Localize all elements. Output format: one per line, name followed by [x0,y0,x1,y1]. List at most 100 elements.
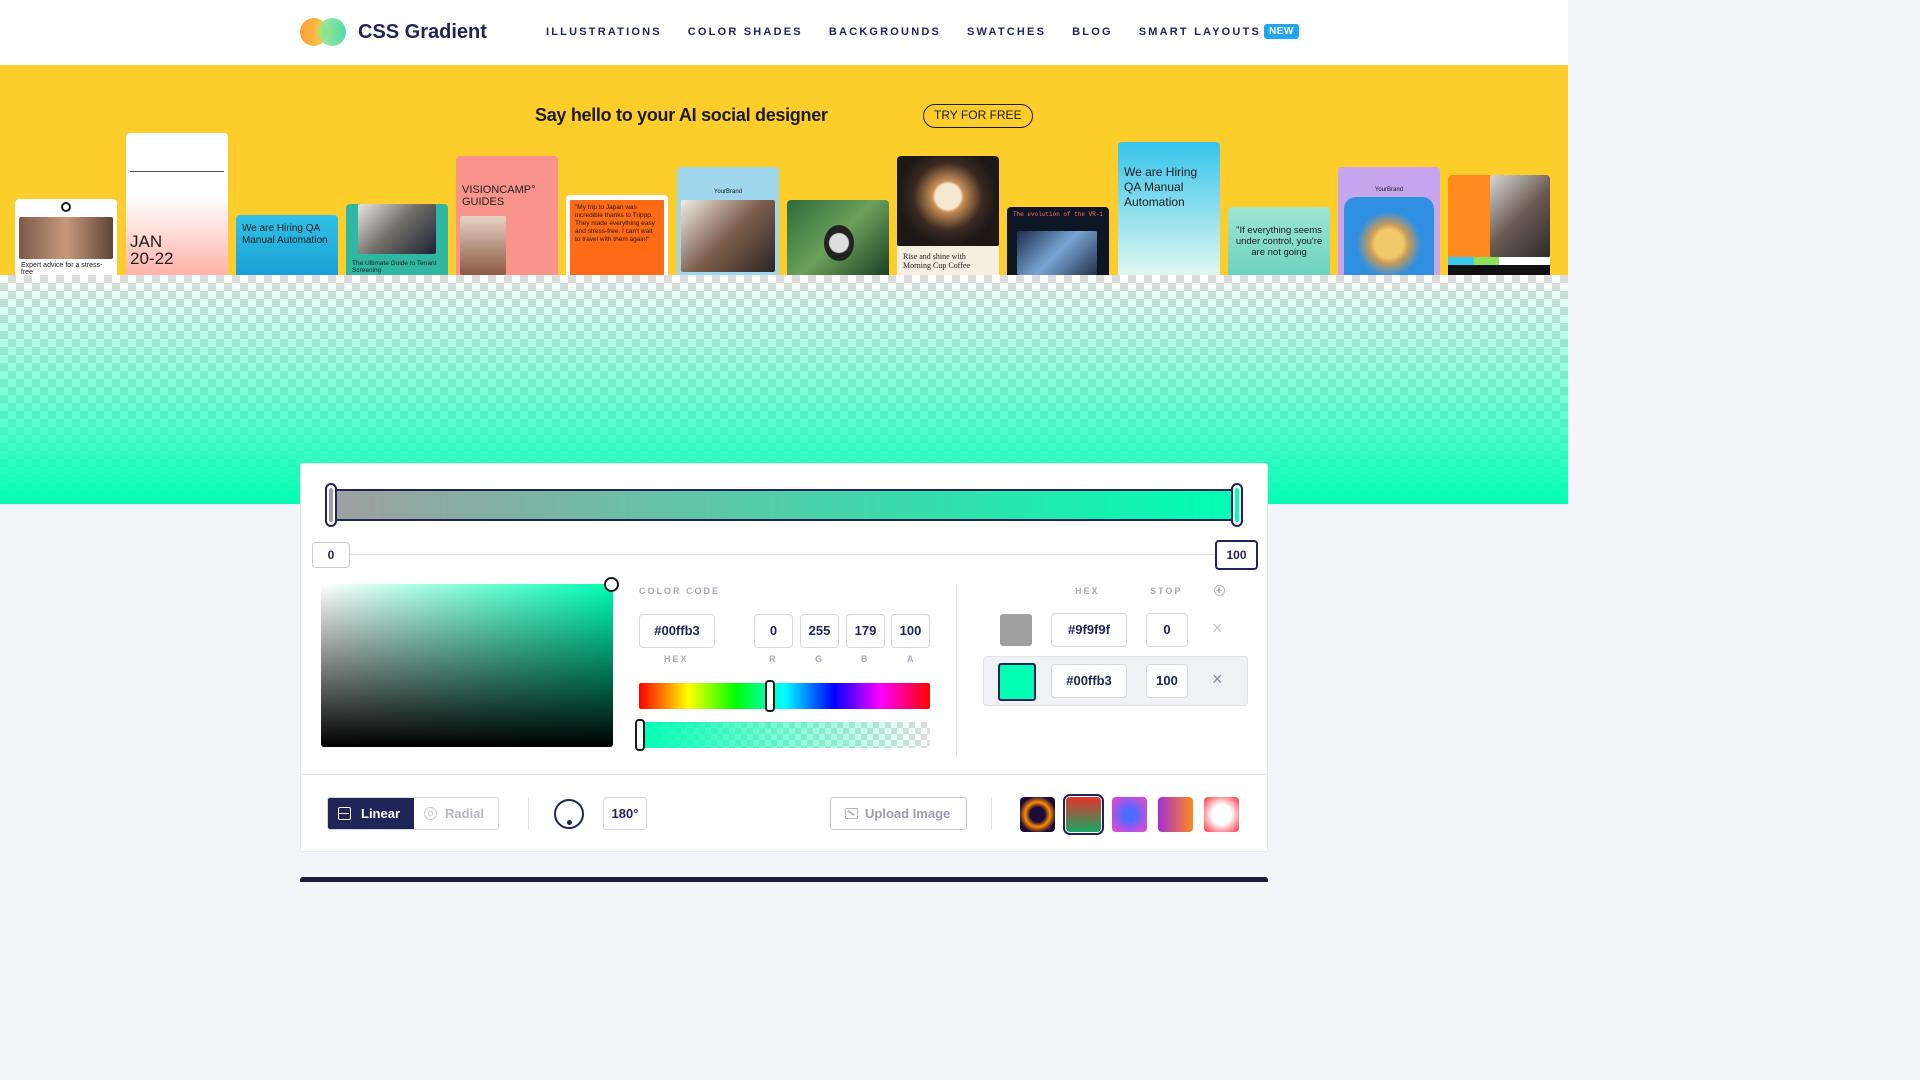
gradient-editor: 0 100 COLOR CODE #00ffb3 0 255 179 100 H… [300,463,1268,852]
add-stop-icon[interactable] [1214,585,1225,596]
picker-knob[interactable] [604,577,619,592]
angle-input[interactable]: 180° [603,797,647,830]
top-header: CSS Gradient ILLUSTRATIONS COLOR SHADES … [0,0,1568,65]
remove-stop-100-icon[interactable]: × [1212,669,1223,690]
ad-card: The Ultimate Guide to Tenant Screening [346,204,448,275]
toolbar-divider [301,774,1267,775]
nav-swatches[interactable]: SWATCHES [967,26,1046,38]
ad-card-text: VISIONCAMP° GUIDES [462,184,536,208]
ad-card: The evolution of the VR-1 [1007,207,1109,275]
hue-slider-knob[interactable] [764,680,775,712]
toolbar-separator [991,797,992,830]
ad-card-text: "If everything seems under control, you'… [1235,225,1323,258]
image-icon [845,808,858,819]
linear-label: Linear [361,806,401,821]
remove-stop-0-icon[interactable]: × [1212,618,1223,639]
stop-position-input-0[interactable]: 0 [1146,613,1188,647]
ad-card: Rise and shine with Morning Cup Coffee [897,156,999,275]
ad-card-brand: YourBrand [1374,187,1404,193]
main-nav: ILLUSTRATIONS COLOR SHADES BACKGROUNDS S… [546,24,1299,39]
upload-image-label: Upload Image [865,806,951,821]
ad-card-date: JAN 20-22 [130,232,174,268]
ad-card-text: We are Hiring QA Manual Automation [1124,165,1198,209]
gradient-type-toggle: Linear Radial [327,797,500,830]
stop-hex-input-0[interactable]: #9f9f9f [1051,613,1127,647]
hex-label: HEX [664,654,689,664]
logo-text: CSS Gradient [358,20,487,43]
ad-banner[interactable]: Say hello to your AI social designer TRY… [0,65,1568,275]
ad-card: YourBrand [677,167,779,275]
radial-button[interactable]: Radial [414,798,499,829]
ad-headline: Say hello to your AI social designer [535,105,828,125]
ad-card-text: Rise and shine with Morning Cup Coffee [903,252,970,270]
ad-card [1448,175,1550,275]
alpha-slider-knob[interactable] [635,719,645,751]
ad-card-text: The Ultimate Guide to Tenant Screening [352,260,437,274]
blue-input[interactable]: 179 [846,614,885,648]
a-label: A [907,654,916,664]
ad-card-brand: YourBrand [713,189,743,195]
stop-position-0[interactable]: 0 [312,542,350,568]
logo-icon [300,18,346,46]
ad-card-text: We are Hiring QA Manual Automation [242,223,328,246]
radial-label: Radial [445,806,485,821]
stop-hex-input-100[interactable]: #00ffb3 [1051,664,1127,698]
ad-card: "If everything seems under control, you'… [1228,207,1330,275]
ad-card-text: "My trip to Japan was incredible thanks … [575,204,655,243]
site-logo[interactable]: CSS Gradient [300,18,487,46]
alpha-slider[interactable] [639,722,930,748]
preset-violet-blue[interactable] [1112,797,1147,832]
green-input[interactable]: 255 [800,614,839,648]
hex-input[interactable]: #00ffb3 [639,614,715,648]
ad-card-text: Expert advice for a stress-free [21,262,103,275]
ad-card-text: The evolution of the VR-1 [1013,211,1104,218]
stop-position-100[interactable]: 100 [1215,540,1258,570]
linear-icon [338,807,351,820]
stop-handle-100[interactable] [1231,483,1243,527]
gradient-stop-track[interactable] [331,489,1238,521]
g-label: G [815,654,825,664]
preset-red-white[interactable] [1204,797,1239,832]
stop-swatch-100[interactable] [998,663,1036,701]
nav-smart-layouts[interactable]: SMART LAYOUTS NEW [1139,24,1299,39]
stop-ruler [331,554,1239,555]
nav-illustrations[interactable]: ILLUSTRATIONS [546,26,662,38]
nav-color-shades[interactable]: COLOR SHADES [688,26,803,38]
ad-card: YourBrand [1338,167,1440,275]
stop-row-0[interactable]: #9f9f9f 0 × [983,605,1248,655]
panel-divider [956,584,957,756]
ad-card: Expert advice for a stress-free [15,199,117,275]
r-label: R [769,654,778,664]
preset-dark-orange[interactable] [1020,797,1055,832]
saturation-value-picker[interactable] [321,584,613,747]
stop-swatch-0[interactable] [1000,614,1032,646]
ad-card: We are Hiring QA Manual Automation [236,215,338,275]
preset-purple-orange[interactable] [1158,797,1193,832]
nav-backgrounds[interactable]: BACKGROUNDS [829,26,941,38]
ad-card: JAN 20-22 [126,133,228,275]
linear-button[interactable]: Linear [328,798,415,829]
red-input[interactable]: 0 [754,614,793,648]
color-code-label: COLOR CODE [639,586,721,596]
toolbar-separator [528,797,529,830]
hue-slider[interactable] [639,683,930,709]
angle-dial[interactable] [554,799,584,829]
b-label: B [861,654,870,664]
content-section-top [300,877,1268,882]
ad-try-free-button[interactable]: TRY FOR FREE [923,104,1033,128]
ad-card: VISIONCAMP° GUIDES [456,156,558,275]
nav-smart-layouts-label: SMART LAYOUTS [1138,26,1262,38]
ad-card: We are Hiring QA Manual Automation [1118,142,1220,275]
alpha-input[interactable]: 100 [891,614,930,648]
ad-card [787,200,889,275]
stop-handle-0[interactable] [325,483,337,527]
stop-position-input-100[interactable]: 100 [1146,664,1188,698]
radial-icon [424,807,438,820]
preset-red-green[interactable] [1063,794,1104,835]
stops-hex-header: HEX [1075,586,1100,596]
stop-row-100[interactable]: #00ffb3 100 × [983,656,1248,706]
stops-stop-header: STOP [1150,586,1183,596]
upload-image-button[interactable]: Upload Image [830,797,967,830]
ad-card: "My trip to Japan was incredible thanks … [566,195,668,275]
nav-blog[interactable]: BLOG [1072,26,1113,38]
